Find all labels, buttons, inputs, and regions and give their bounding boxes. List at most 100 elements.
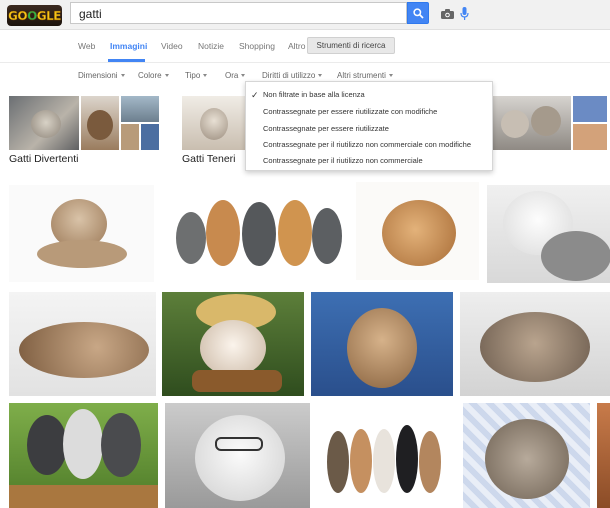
google-logo[interactable]: GOOGLE	[7, 5, 62, 26]
cat-shape	[206, 200, 240, 266]
cat-shape	[242, 202, 276, 266]
wooden-bench	[9, 485, 158, 508]
chevron-down-icon	[388, 74, 393, 78]
camera-icon[interactable]	[441, 9, 454, 19]
usage-option-unfiltered[interactable]: Non filtrate in base alla licenza	[263, 90, 365, 99]
cat-shape	[278, 200, 312, 266]
image-result[interactable]	[9, 403, 158, 508]
related-thumb	[573, 96, 607, 122]
cat-shape	[373, 429, 395, 493]
cat-shape	[485, 419, 569, 499]
search-tools-button[interactable]: Strumenti di ricerca	[307, 37, 395, 54]
logo-text: GOOGLE	[8, 8, 62, 23]
cat-shape	[101, 413, 141, 477]
image-result[interactable]	[317, 403, 457, 508]
cat-shape	[19, 322, 149, 378]
related-search-gatti-divertenti[interactable]	[9, 96, 159, 150]
related-thumb	[493, 96, 571, 150]
image-result[interactable]	[9, 292, 156, 396]
cat-shape	[195, 415, 285, 501]
cat-shape	[541, 231, 610, 281]
cat-shape	[531, 106, 561, 136]
usage-option-noncommercial-modify[interactable]: Contrassegnate per il riutilizzo non com…	[263, 140, 471, 149]
tab-news[interactable]: Notizie	[198, 41, 224, 51]
cat-shape	[200, 320, 266, 376]
cat-shape	[327, 431, 349, 493]
related-thumb	[182, 96, 246, 150]
usage-option-reuse-modify[interactable]: Contrassegnate per essere riutilizzate c…	[263, 107, 437, 116]
related-label[interactable]: Gatti Teneri	[182, 153, 236, 165]
tab-shopping[interactable]: Shopping	[239, 41, 275, 51]
filter-size-label: Dimensioni	[78, 71, 118, 80]
filter-type-label: Tipo	[185, 71, 201, 80]
top-bar: GOOGLE gatti	[0, 0, 610, 30]
image-result[interactable]	[487, 185, 610, 283]
cat-shape	[200, 108, 228, 140]
tab-images[interactable]: Immagini	[110, 41, 147, 51]
related-search-gatti-teneri[interactable]	[182, 96, 246, 150]
usage-option-noncommercial[interactable]: Contrassegnate per il riutilizzo non com…	[263, 156, 423, 165]
filter-size[interactable]: Dimensioni	[78, 71, 125, 80]
chevron-down-icon	[203, 74, 208, 78]
related-thumb	[121, 124, 139, 150]
cat-shape	[87, 110, 113, 140]
related-thumb-grid	[573, 96, 607, 150]
chevron-down-icon	[318, 74, 323, 78]
related-thumb	[9, 96, 79, 150]
search-button[interactable]	[407, 2, 429, 24]
related-thumb	[141, 124, 159, 150]
image-result[interactable]	[162, 190, 350, 277]
cat-shape	[347, 308, 417, 388]
usage-option-reuse[interactable]: Contrassegnate per essere riutilizzate	[263, 124, 389, 133]
related-thumb	[81, 96, 119, 150]
image-result[interactable]	[311, 292, 453, 396]
image-result[interactable]	[463, 403, 590, 508]
filter-time[interactable]: Ora	[225, 71, 246, 80]
cat-shape	[31, 110, 61, 138]
image-result[interactable]	[165, 403, 310, 508]
cat-shape	[382, 200, 456, 266]
tab-video[interactable]: Video	[161, 41, 183, 51]
search-input[interactable]: gatti	[79, 7, 102, 21]
cat-shape	[176, 212, 206, 264]
filter-time-label: Ora	[225, 71, 239, 80]
related-thumb	[121, 96, 159, 122]
related-thumb	[573, 124, 607, 150]
related-search-more[interactable]	[493, 96, 607, 150]
chevron-down-icon	[241, 74, 246, 78]
filter-type[interactable]: Tipo	[185, 71, 208, 80]
basket	[192, 370, 282, 392]
cat-shape	[63, 409, 103, 479]
active-tab-indicator	[108, 59, 145, 62]
cat-shape	[350, 429, 372, 493]
tab-more-label: Altro	[288, 41, 306, 51]
chevron-down-icon	[164, 74, 169, 78]
filter-usage-rights[interactable]: Diritti di utilizzo	[262, 71, 323, 80]
cat-shape	[312, 208, 342, 264]
filter-usage-rights-label: Diritti di utilizzo	[262, 71, 316, 80]
cat-shape	[501, 110, 529, 138]
search-nav: Web Immagini Video Notizie Shopping Altr…	[0, 30, 610, 63]
filter-more-tools-label: Altri strumenti	[337, 71, 386, 80]
chevron-down-icon	[120, 74, 125, 78]
checkmark-icon: ✓	[251, 90, 259, 100]
cat-shape	[480, 312, 590, 382]
filter-more-tools[interactable]: Altri strumenti	[337, 71, 393, 80]
microphone-icon[interactable]	[460, 7, 469, 21]
cat-shape	[37, 240, 127, 268]
usage-rights-menu: ✓ Non filtrate in base alla licenza Cont…	[245, 81, 493, 171]
filter-color[interactable]: Colore	[138, 71, 169, 80]
search-box[interactable]: gatti	[70, 2, 469, 24]
tab-web[interactable]: Web	[78, 41, 95, 51]
image-result[interactable]	[162, 292, 304, 396]
image-result[interactable]	[597, 403, 610, 508]
filter-color-label: Colore	[138, 71, 162, 80]
image-result[interactable]	[9, 185, 154, 282]
related-thumb-grid	[121, 96, 159, 150]
cat-shape	[419, 431, 441, 493]
cat-shape	[27, 415, 67, 475]
search-icon	[412, 7, 424, 19]
image-result[interactable]	[460, 292, 610, 396]
image-result[interactable]	[356, 182, 479, 280]
related-label[interactable]: Gatti Divertenti	[9, 153, 78, 165]
